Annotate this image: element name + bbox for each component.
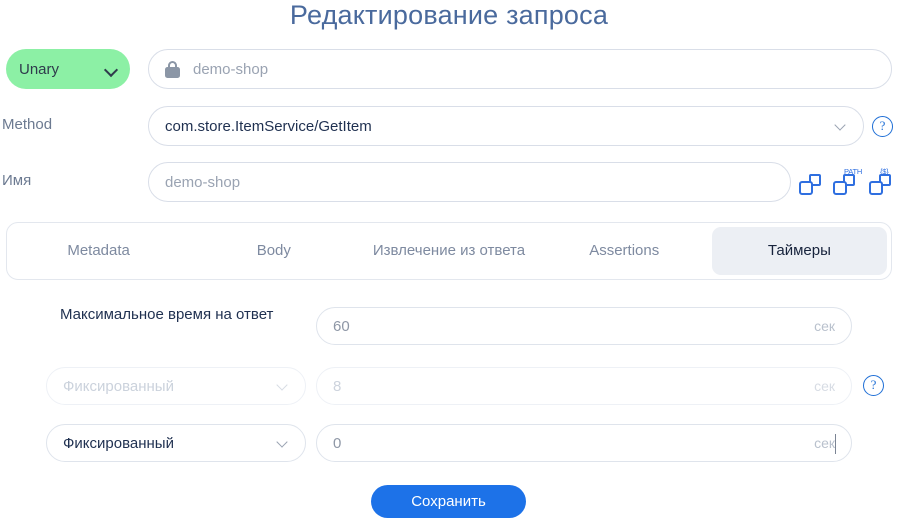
tab-response-extraction[interactable]: Извлечение из ответа [361,227,536,275]
method-help-icon[interactable]: ? [872,116,893,137]
chevron-down-icon [835,122,847,130]
chevron-down-icon [106,64,117,75]
name-label: Имя [2,172,32,189]
copy-path-icon-tag: PATH [844,167,863,176]
name-action-icons: PATH {$} [799,164,895,202]
max-response-time-label: Максимальное время на ответ [60,306,274,323]
timer-row-2-select-value: Фиксированный [63,434,174,452]
save-button[interactable]: Сохранить [371,485,526,518]
max-response-time-input[interactable]: 60 сек [316,307,852,345]
max-response-time-value: 60 [333,317,350,335]
method-value: com.store.ItemService/GetItem [165,117,372,135]
method-select[interactable]: com.store.ItemService/GetItem [148,106,864,146]
max-response-time-unit: сек [814,318,835,334]
host-input[interactable]: demo-shop [148,49,892,89]
request-edit-page: Редактирование запроса Unary demo-shop M… [0,0,898,519]
copy-variable-icon-tag: {$} [880,167,889,176]
timer-row-1-unit: сек [814,378,835,394]
page-title: Редактирование запроса [289,0,609,30]
timer-row-1-select-value: Фиксированный [63,377,174,395]
copy-icon[interactable] [799,172,821,196]
method-row: Method com.store.ItemService/GetItem [0,106,898,148]
name-row: Имя demo-shop PATH {$} [0,162,898,204]
chevron-down-icon [277,382,289,390]
request-type-row: Unary demo-shop [0,49,898,91]
tab-timers[interactable]: Таймеры [711,227,888,275]
name-placeholder: demo-shop [165,173,241,191]
timer-row-1-input[interactable]: 8 сек [316,367,852,405]
request-type-label: Unary [19,60,60,78]
timer-row-2-input[interactable]: 0 сек [316,424,852,462]
timer-row-1-value: 8 [333,377,342,395]
tab-body[interactable]: Body [186,227,361,275]
text-cursor [834,434,836,454]
request-type-select[interactable]: Unary [6,49,130,89]
timer-row-2-select[interactable]: Фиксированный [46,424,306,462]
name-input[interactable]: demo-shop [148,162,791,202]
timer-row-1-select[interactable]: Фиксированный [46,367,306,405]
host-placeholder: demo-shop [193,60,269,78]
tab-assertions[interactable]: Assertions [537,227,712,275]
tab-bar: Metadata Body Извлечение из ответа Asser… [6,222,892,280]
timer-row-2-value: 0 [333,434,342,452]
copy-variable-icon[interactable]: {$} [869,167,891,196]
timer-row-2-unit: сек [814,435,835,451]
copy-path-icon[interactable]: PATH [833,167,862,196]
tab-metadata[interactable]: Metadata [11,227,186,275]
method-label: Method [2,116,53,133]
chevron-down-icon [277,439,289,447]
timer-help-icon[interactable]: ? [863,375,884,396]
lock-icon [165,60,180,78]
